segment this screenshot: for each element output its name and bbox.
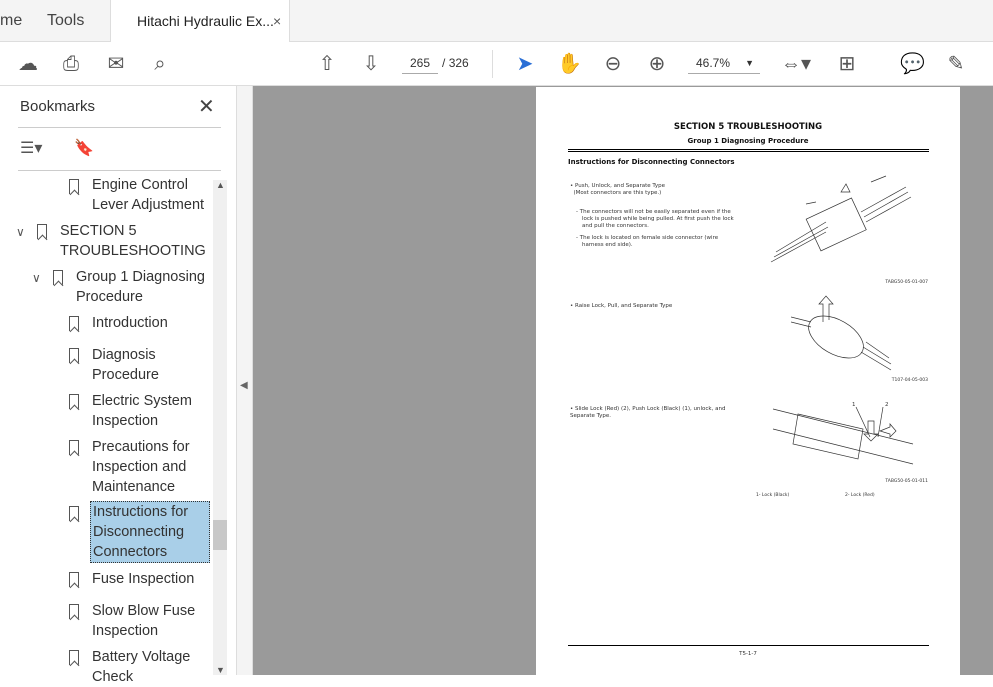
bookmarks-title: Bookmarks (20, 98, 96, 115)
comment-icon[interactable]: 💬 (900, 52, 925, 76)
chevron-down-icon[interactable]: ∨ (16, 225, 25, 239)
tab-document[interactable]: Hitachi Hydraulic Ex... × (110, 0, 290, 43)
bookmark-item[interactable]: Engine Control Lever Adjustment (92, 175, 212, 215)
page-number-input[interactable]: 265 (402, 52, 438, 74)
divider (18, 170, 221, 171)
bookmarks-panel: Bookmarks ✕ ☰▾ 🔖 Engine Control Lever Ad… (0, 86, 237, 685)
bullet-2: • Raise Lock, Pull, and Separate Type (570, 303, 673, 309)
previous-page-icon[interactable]: ⇧ (315, 52, 339, 76)
header-rule (568, 149, 929, 152)
zoom-value: 46.7% (696, 56, 731, 70)
total-pages-value: 326 (448, 56, 469, 70)
section-title: SECTION 5 TROUBLESHOOTING (673, 122, 823, 132)
zoom-select[interactable]: 46.7% ▼ (688, 52, 760, 74)
bookmark-item[interactable]: Precautions for Inspection and Maintenan… (92, 437, 202, 497)
figure-3-code: TABG50-05-01-011 (885, 479, 928, 484)
bookmark-item[interactable]: Group 1 Diagnosing Procedure (76, 267, 211, 307)
heading: Instructions for Disconnecting Connector… (568, 158, 735, 166)
select-cursor-icon[interactable]: ➤ (513, 52, 537, 76)
page-fit-icon[interactable]: ⇔▾ (778, 52, 814, 76)
bookmark-item[interactable]: Introduction (92, 313, 207, 333)
divider (18, 127, 221, 128)
figure-2-code: T107-04-05-003 (891, 378, 928, 383)
bookmark-icon (69, 650, 79, 665)
bullet-3-title: Slide Lock (Red) (2), Push Lock (Black) … (570, 406, 726, 419)
zoom-in-icon[interactable]: ⊕ (645, 52, 669, 76)
bookmarks-scrollbar[interactable]: ▲ ▼ (213, 180, 227, 675)
tab-close-icon[interactable]: × (273, 0, 281, 42)
connector-figure-3 (772, 406, 914, 465)
add-bookmark-icon[interactable]: 🔖 (74, 138, 94, 158)
connector-figure-1 (770, 175, 912, 263)
bookmark-item[interactable]: Fuse Inspection (92, 569, 207, 589)
legend-2: 2- Lock (Red) (845, 493, 875, 498)
bookmark-icon (69, 604, 79, 619)
note-1: - The connectors will not be easily sepa… (576, 209, 734, 229)
page-separator: / (442, 56, 446, 70)
toolbar: ☁ ⎙ ✉ ⌕ ⇧ ⇩ 265 / 326 ➤ ✋ ⊖ ⊕ 46.7% ▼ ⇔▾ … (0, 42, 993, 86)
email-icon[interactable]: ✉ (104, 52, 128, 76)
tab-tools[interactable]: Tools (47, 0, 84, 42)
bookmark-icon (53, 270, 63, 285)
bookmark-item[interactable]: Diagnosis Procedure (92, 345, 182, 385)
tab-home[interactable]: me (0, 0, 30, 42)
pdf-page: SECTION 5 TROUBLESHOOTING Group 1 Diagno… (536, 87, 960, 687)
bookmark-icon (69, 440, 79, 455)
note-2: - The lock is located on female side con… (576, 235, 719, 248)
bookmark-icon (69, 572, 79, 587)
print-icon[interactable]: ⎙ (59, 52, 83, 76)
bookmark-icon (69, 179, 79, 194)
bookmark-icon (69, 316, 79, 331)
bookmark-item-selected[interactable]: Instructions for Disconnecting Connector… (90, 501, 210, 563)
scrollbar-thumb[interactable] (213, 520, 227, 550)
bookmark-icon (69, 506, 79, 521)
bullet-3: • Slide Lock (Red) (2), Push Lock (Black… (570, 406, 726, 419)
figure-1-code: TABG50-05-01-007 (885, 280, 928, 285)
group-title: Group 1 Diagnosing Procedure (687, 137, 809, 145)
scroll-down-icon[interactable]: ▼ (216, 665, 225, 675)
zoom-out-icon[interactable]: ⊖ (601, 52, 625, 76)
chevron-down-icon: ▼ (745, 58, 754, 68)
close-icon[interactable]: ✕ (198, 94, 215, 119)
panel-collapse-handle[interactable]: ◀ (237, 86, 253, 675)
bullet-1: • Push, Unlock, and Separate Type (Most … (570, 183, 666, 196)
document-viewport[interactable]: SECTION 5 TROUBLESHOOTING Group 1 Diagno… (253, 86, 993, 687)
footer-rule (568, 645, 929, 646)
bookmark-icon (37, 224, 47, 239)
scroll-up-icon[interactable]: ▲ (216, 180, 225, 190)
bookmark-item[interactable]: Battery Voltage Check (92, 647, 207, 687)
bookmark-icon (69, 348, 79, 363)
page-footer: T5-1-7 (739, 651, 757, 657)
bookmark-options-icon[interactable]: ☰▾ (20, 138, 42, 158)
tab-document-label: Hitachi Hydraulic Ex... (137, 13, 274, 29)
divider (492, 50, 493, 78)
connector-figure-2 (791, 295, 892, 371)
bookmark-item[interactable]: SECTION 5 TROUBLESHOOTING (60, 221, 206, 261)
note-2-text: The lock is located on female side conne… (579, 235, 719, 248)
next-page-icon[interactable]: ⇩ (359, 52, 383, 76)
note-1-text: The connectors will not be easily separa… (579, 209, 734, 229)
upload-cloud-icon[interactable]: ☁ (16, 52, 40, 76)
bookmark-item[interactable]: Slow Blow Fuse Inspection (92, 601, 202, 641)
bookmark-icon (69, 394, 79, 409)
chevron-down-icon[interactable]: ∨ (32, 271, 41, 285)
total-pages: / 326 (442, 52, 469, 74)
pen-icon[interactable]: ✎ (944, 52, 968, 76)
search-icon[interactable]: ⌕ (148, 52, 172, 76)
bookmark-item[interactable]: Electric System Inspection (92, 391, 202, 431)
bullet-2-title: Raise Lock, Pull, and Separate Type (575, 303, 673, 309)
chevron-left-icon[interactable]: ◀ (240, 380, 248, 391)
bullet-1-title: Push, Unlock, and Separate Type (575, 183, 666, 189)
bullet-1-sub: (Most connectors are this type.) (573, 190, 662, 196)
legend-1: 1- Lock (Black) (756, 493, 790, 498)
callout-2: 2 (885, 402, 889, 408)
hand-tool-icon[interactable]: ✋ (557, 52, 582, 76)
tab-bar: me Tools Hitachi Hydraulic Ex... × (0, 0, 993, 43)
callout-1: 1 (852, 402, 856, 408)
scroll-mode-icon[interactable]: ⊞ (835, 52, 859, 76)
